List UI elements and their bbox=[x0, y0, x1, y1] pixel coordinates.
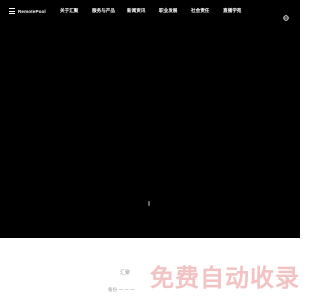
site-logo[interactable]: RemotePool bbox=[9, 8, 46, 14]
logo-mark-icon bbox=[9, 8, 15, 14]
watermark-overlay: 免费自动收录 bbox=[150, 265, 300, 292]
menu-item-services[interactable]: 服务与产品 bbox=[92, 8, 115, 14]
scroll-down-indicator[interactable] bbox=[148, 201, 150, 206]
menu-item-live-academy[interactable]: 直播学苑 bbox=[223, 8, 241, 14]
footer-icp-text[interactable]: 备份 一 一 一 bbox=[108, 287, 135, 293]
footer-company-text: 汇聚 bbox=[120, 270, 131, 276]
logo-text: RemotePool bbox=[18, 8, 46, 14]
globe-icon[interactable] bbox=[283, 8, 289, 21]
menu-item-csr[interactable]: 社会责任 bbox=[191, 8, 209, 14]
menu-item-news[interactable]: 新闻资讯 bbox=[127, 8, 145, 14]
hero-banner bbox=[0, 0, 300, 238]
menu-item-careers[interactable]: 职业发展 bbox=[159, 8, 177, 14]
menu-item-about[interactable]: 关于汇聚 bbox=[60, 8, 78, 14]
top-navigation: RemotePool 关于汇聚 服务与产品 新闻资讯 职业发展 社会责任 直播学… bbox=[0, 0, 300, 24]
